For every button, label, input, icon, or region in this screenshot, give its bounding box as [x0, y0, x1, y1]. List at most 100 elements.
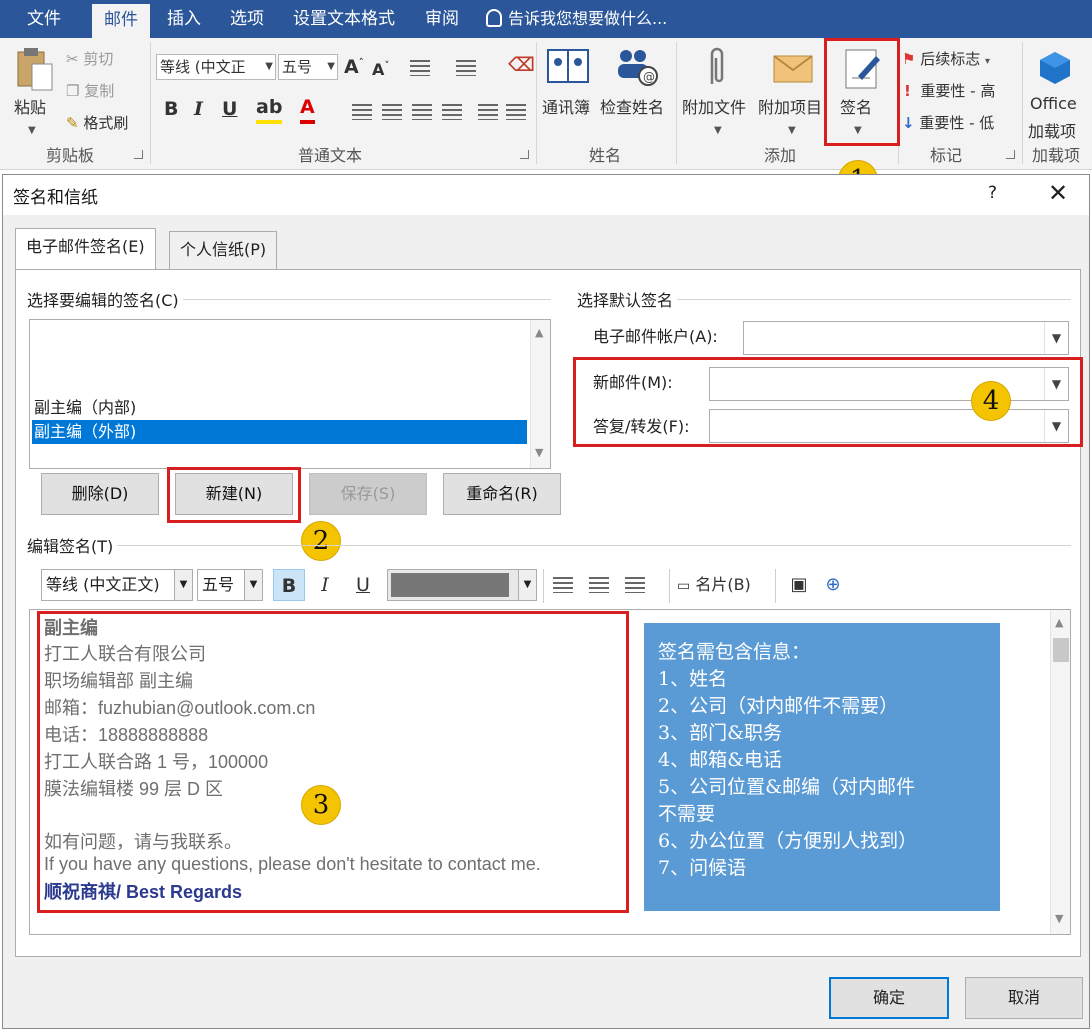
increase-indent-icon[interactable] — [506, 104, 526, 120]
callout-2: 2 — [301, 521, 341, 561]
paste-icon[interactable] — [14, 46, 56, 94]
low-importance-button[interactable]: ↓ 重要性 - 低 — [902, 112, 994, 133]
font-color-picker[interactable]: ▼ — [387, 569, 537, 601]
clipboard-launcher-icon[interactable] — [134, 150, 143, 159]
list-scrollbar[interactable]: ▲ ▼ — [530, 320, 550, 468]
grow-font-icon[interactable]: A˄ — [344, 56, 364, 78]
signature-list[interactable]: 副主编（内部) 副主编（外部) ▲ ▼ — [29, 319, 551, 469]
editor-align-center-icon[interactable] — [589, 577, 609, 593]
align-left-icon[interactable] — [352, 104, 372, 120]
follow-up-button[interactable]: ⚑ 后续标志 ▾ — [902, 48, 990, 69]
check-names-icon[interactable]: @ — [614, 46, 660, 88]
section-divider — [29, 545, 1071, 546]
cancel-button[interactable]: 取消 — [965, 977, 1083, 1019]
font-size-combo[interactable]: 五号 ▼ — [278, 54, 338, 80]
delete-button[interactable]: 删除(D) — [41, 473, 159, 515]
paste-button[interactable]: 粘贴 — [14, 94, 46, 118]
bullets-icon[interactable] — [410, 60, 430, 76]
help-button[interactable]: ? — [988, 183, 997, 203]
chevron-up-icon[interactable]: ▲ — [535, 326, 543, 339]
copy-label: 复制 — [84, 82, 115, 100]
chevron-down-icon[interactable]: ▼ — [1044, 322, 1068, 354]
chevron-up-icon[interactable]: ▲ — [1055, 616, 1063, 629]
cut-button[interactable]: ✂ 剪切 — [66, 48, 113, 69]
paperclip-icon[interactable] — [704, 44, 728, 90]
tags-launcher-icon[interactable] — [1006, 150, 1015, 159]
address-book-icon[interactable] — [546, 46, 590, 86]
tab-mail[interactable]: 邮件 — [92, 4, 150, 38]
underline-icon[interactable]: U — [222, 98, 237, 120]
numbering-icon[interactable] — [456, 60, 476, 76]
insert-picture-icon[interactable]: ▣ — [783, 569, 815, 601]
basic-text-launcher-icon[interactable] — [520, 150, 529, 159]
info-item: 6、办公位置（方便别人找到） — [658, 830, 918, 852]
rename-button[interactable]: 重命名(R) — [443, 473, 561, 515]
address-book-button[interactable]: 通讯簿 — [542, 94, 590, 118]
decrease-indent-icon[interactable] — [478, 104, 498, 120]
tab-email-signature[interactable]: 电子邮件签名(E) — [15, 228, 156, 270]
tab-file[interactable]: 文件 — [8, 0, 80, 38]
shrink-font-icon[interactable]: A˅ — [372, 60, 389, 79]
list-item-selected[interactable]: 副主编（外部) — [32, 420, 527, 444]
editor-underline-button[interactable]: U — [347, 569, 379, 601]
chevron-down-icon[interactable]: ▼ — [174, 570, 192, 600]
editor-align-left-icon[interactable] — [553, 577, 573, 593]
business-card-button[interactable]: ▭ 名片(B) — [677, 569, 763, 601]
editor-bold-button[interactable]: B — [273, 569, 305, 601]
editor-font-value: 等线 (中文正文) — [46, 575, 160, 594]
tab-insert[interactable]: 插入 — [156, 0, 212, 38]
highlight-icon[interactable]: ab — [256, 96, 283, 124]
paste-dropdown-icon[interactable]: ▼ — [28, 125, 36, 136]
scroll-thumb[interactable] — [1053, 638, 1069, 662]
check-names-button[interactable]: 检查姓名 — [600, 94, 664, 118]
dialog-title: 签名和信纸 — [13, 188, 98, 208]
email-account-select[interactable]: ▼ — [743, 321, 1069, 355]
align-right-icon[interactable] — [412, 104, 432, 120]
chevron-down-icon[interactable]: ▼ — [1055, 912, 1063, 925]
insert-hyperlink-icon[interactable]: ⊕ — [817, 569, 849, 601]
group-divider — [536, 42, 537, 164]
attach-item-button[interactable]: 附加项目 — [758, 94, 822, 118]
chevron-down-icon[interactable]: ▼ — [518, 570, 536, 600]
italic-icon[interactable]: I — [194, 98, 203, 120]
office-addins-button[interactable]: Office — [1030, 94, 1077, 113]
high-importance-button[interactable]: ! 重要性 - 高 — [904, 80, 995, 101]
editor-italic-button[interactable]: I — [309, 569, 341, 601]
editor-font-combo[interactable]: 等线 (中文正文) ▼ — [41, 569, 193, 601]
save-button[interactable]: 保存(S) — [309, 473, 427, 515]
clear-formatting-icon[interactable]: ⌫ — [508, 54, 535, 76]
close-icon[interactable]: ✕ — [1048, 179, 1068, 207]
tab-options[interactable]: 选项 — [218, 0, 276, 38]
envelope-icon[interactable] — [772, 50, 814, 86]
office-addins-icon[interactable] — [1038, 50, 1072, 86]
editor-align-right-icon[interactable] — [625, 577, 645, 593]
justify-icon[interactable] — [442, 104, 462, 120]
follow-up-dropdown-icon: ▾ — [985, 56, 991, 67]
chevron-down-icon[interactable]: ▼ — [535, 446, 543, 459]
copy-button[interactable]: ❐ 复制 — [66, 80, 114, 101]
chevron-down-icon[interactable]: ▼ — [244, 570, 262, 600]
color-swatch — [391, 573, 509, 597]
tab-format-text[interactable]: 设置文本格式 — [284, 0, 404, 38]
format-painter-label: 格式刷 — [83, 114, 129, 132]
tab-personal-stationery[interactable]: 个人信纸(P) — [169, 231, 278, 269]
list-item[interactable]: 副主编（内部) — [32, 396, 527, 420]
attach-item-dropdown-icon[interactable]: ▼ — [788, 125, 796, 136]
info-item: 4、邮箱&电话 — [658, 749, 783, 771]
attach-file-dropdown-icon[interactable]: ▼ — [714, 125, 722, 136]
format-painter-button[interactable]: ✎ 格式刷 — [66, 112, 128, 133]
font-name-combo[interactable]: 等线 (中文正 ▼ — [156, 54, 276, 80]
paintbrush-icon: ✎ — [66, 114, 79, 132]
attach-file-button[interactable]: 附加文件 — [682, 94, 746, 118]
tab-review[interactable]: 审阅 — [414, 0, 470, 38]
tell-me-search[interactable]: 告诉我您想要做什么... — [486, 6, 786, 32]
bold-icon[interactable]: B — [164, 98, 178, 120]
font-color-icon[interactable]: A — [300, 96, 315, 124]
font-size-value: 五号 — [282, 58, 313, 76]
signature-highlight-box — [824, 38, 900, 146]
follow-up-label: 后续标志 — [920, 50, 981, 68]
editor-size-combo[interactable]: 五号 ▼ — [197, 569, 263, 601]
align-center-icon[interactable] — [382, 104, 402, 120]
editor-scrollbar[interactable]: ▲ ▼ — [1050, 610, 1070, 934]
ok-button[interactable]: 确定 — [829, 977, 949, 1019]
